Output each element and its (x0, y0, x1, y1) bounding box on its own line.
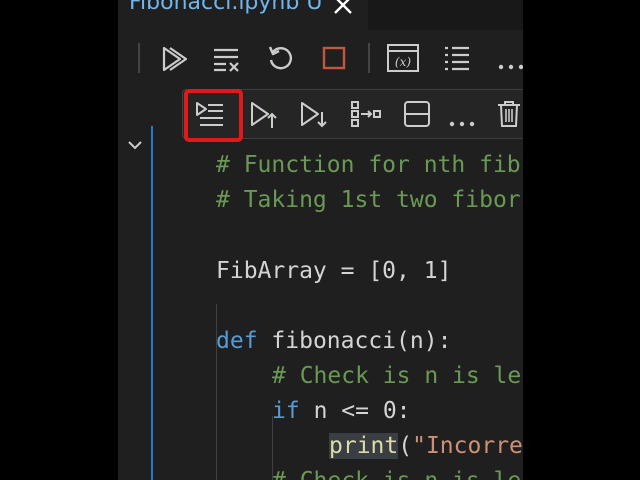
code-line: if n <= 0: (272, 398, 411, 424)
code-line: print("Incorre (329, 433, 523, 459)
code-line: # Check is n is le (272, 467, 521, 480)
code-line: # Check is n is le (272, 363, 522, 389)
clear-outputs-icon[interactable] (212, 46, 242, 76)
more-icon[interactable] (449, 112, 475, 131)
split-cell-icon[interactable] (350, 100, 382, 132)
code-editor[interactable]: # Function for nth fib # Taking 1st two … (158, 138, 523, 480)
run-all-icon[interactable] (160, 45, 188, 77)
toolbar-separator (138, 43, 140, 73)
notebook-panel: Fibonacci.ipynb U (x) # Function for nth… (118, 0, 523, 480)
cell-focus-indicator (151, 126, 153, 480)
execute-cell-and-below-icon[interactable] (299, 100, 329, 134)
close-icon[interactable] (330, 0, 356, 18)
code-line: # Function for nth fib (216, 152, 521, 178)
cell-layout-icon[interactable] (403, 100, 431, 132)
delete-icon[interactable] (497, 100, 521, 132)
notebook-toolbar: (x) (118, 30, 523, 86)
code-line: # Taking 1st two fibor (216, 187, 521, 213)
tab-title: Fibonacci.ipynb U (129, 0, 323, 15)
more-icon[interactable] (498, 55, 523, 74)
chevron-down-icon[interactable] (126, 137, 144, 156)
toolbar-separator (368, 43, 370, 73)
interrupt-icon[interactable] (321, 45, 347, 75)
svg-text:(x): (x) (395, 55, 411, 69)
outline-icon[interactable] (443, 45, 471, 75)
tab-bar: Fibonacci.ipynb U (118, 0, 523, 30)
highlight-box (184, 89, 243, 142)
execute-cell-and-above-icon[interactable] (249, 100, 279, 134)
variables-icon[interactable]: (x) (386, 43, 420, 77)
code-line: def fibonacci(n): (216, 328, 452, 354)
editor-tab[interactable]: Fibonacci.ipynb U (118, 0, 368, 30)
code-line: FibArray = [0, 1] (216, 258, 452, 284)
restart-icon[interactable] (266, 44, 294, 76)
